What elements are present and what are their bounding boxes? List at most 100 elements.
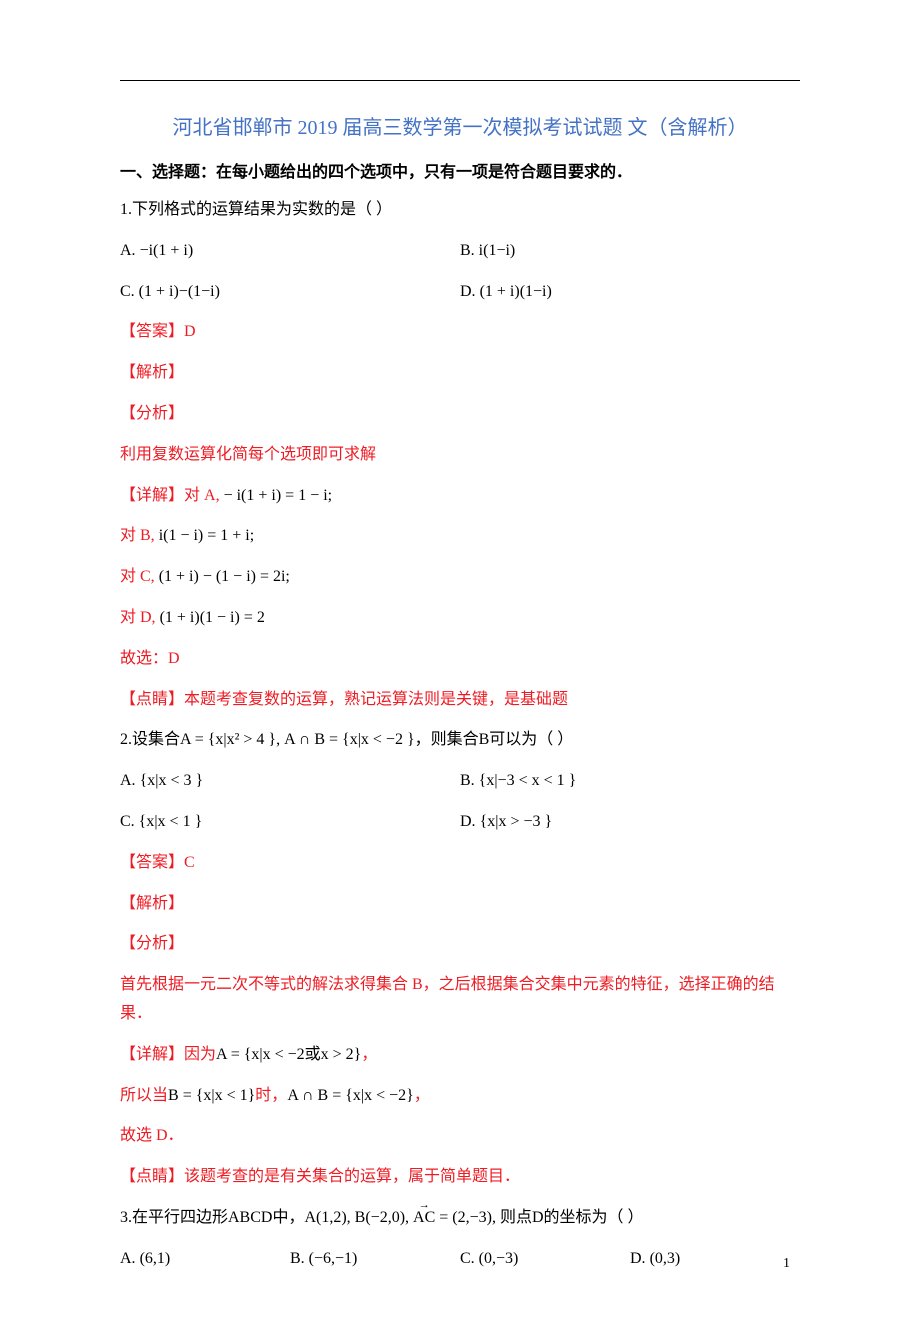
xiangjie-post: ， (414, 1087, 430, 1104)
option-math: (−6,−1) (309, 1250, 358, 1267)
option-math: {x|x < 1 } (139, 813, 203, 830)
option-math: {x|x < 3 } (140, 772, 204, 789)
xiangjie-math: A = {x|x < −2或x > 2} (216, 1046, 361, 1063)
xiangjie-math: (1 + i)(1 − i) = 2 (160, 609, 265, 626)
xiangjie-math: i(1 − i) = 1 + i; (159, 527, 255, 544)
option-math: {x|−3 < x < 1 } (479, 772, 577, 789)
xiangjie-label: 【详解】 (120, 487, 184, 504)
xiangjie-math: (1 + i) − (1 − i) = 2i; (159, 568, 290, 585)
option-label: B. (290, 1250, 309, 1267)
dianjing-label: 【点睛】 (120, 1168, 184, 1185)
q1-dianjing: 【点睛】本题考查复数的运算，熟记运算法则是关键，是基础题 (120, 686, 800, 715)
dianjing-label: 【点睛】 (120, 691, 184, 708)
option-math: (0,−3) (479, 1250, 519, 1267)
xiangjie-post: ， (361, 1046, 377, 1063)
answer-value: C (184, 854, 195, 871)
option-label: B. (460, 772, 479, 789)
option-label: A. (120, 1250, 140, 1267)
option-label: C. (460, 1250, 479, 1267)
xiangjie-mid: 时， (255, 1087, 287, 1104)
xiangjie-pre: 对 C, (120, 568, 159, 585)
document-title: 河北省邯郸市 2019 届高三数学第一次模拟考试试题 文（含解析） (120, 111, 800, 140)
q2-dianjing: 【点睛】该题考查的是有关集合的运算，属于简单题目． (120, 1163, 800, 1192)
q1-answer: 【答案】D (120, 318, 800, 347)
q3-options-row: A. (6,1) B. (−6,−1) C. (0,−3) D. (0,3) (120, 1245, 800, 1274)
option-label: D. (460, 813, 480, 830)
q1-stem: 1.下列格式的运算结果为实数的是（ ） (120, 196, 800, 225)
q2-xiangjie-2: 所以当B = {x|x < 1}时，A ∩ B = {x|x < −2}， (120, 1082, 800, 1111)
option-label: C. (120, 283, 139, 300)
dianjing-text: 该题考查的是有关集合的运算，属于简单题目． (184, 1168, 520, 1185)
q2-options-row1: A. {x|x < 3 } B. {x|−3 < x < 1 } (120, 767, 800, 796)
option-label: A. (120, 772, 140, 789)
dianjing-text: 本题考查复数的运算，熟记运算法则是关键，是基础题 (184, 691, 568, 708)
stem-math: A ∩ B = {x|x < −2 } (284, 731, 415, 748)
q3-option-b: B. (−6,−1) (290, 1245, 460, 1274)
option-math: (6,1) (140, 1250, 171, 1267)
q3-option-d: D. (0,3) (630, 1245, 800, 1274)
option-label: B. (460, 242, 479, 259)
q2-options-row2: C. {x|x < 1 } D. {x|x > −3 } (120, 808, 800, 837)
xiangjie-math: A ∩ B = {x|x < −2} (287, 1087, 414, 1104)
q2-option-a: A. {x|x < 3 } (120, 767, 460, 796)
answer-label: 【答案】 (120, 323, 184, 340)
option-math: i(1−i) (479, 242, 516, 259)
option-label: A. (120, 242, 140, 259)
stem-mid: , (276, 731, 284, 748)
option-label: D. (630, 1250, 650, 1267)
q2-fenxi-label: 【分析】 (120, 930, 800, 959)
q2-option-d: D. {x|x > −3 } (460, 808, 800, 837)
q1-xiangjie-c: 对 C, (1 + i) − (1 − i) = 2i; (120, 563, 800, 592)
q1-option-a: A. −i(1 + i) (120, 237, 460, 266)
page-number: 1 (783, 1256, 790, 1272)
q2-fenxi-text: 首先根据一元二次不等式的解法求得集合 B，之后根据集合交集中元素的特征，选择正确… (120, 971, 800, 1029)
q1-fenxi-label: 【分析】 (120, 400, 800, 429)
q2-option-c: C. {x|x < 1 } (120, 808, 460, 837)
xiangjie-pre: 对 A, (184, 487, 224, 504)
q1-fenxi-text: 利用复数运算化简每个选项即可求解 (120, 441, 800, 470)
stem-math: = (2,−3), (435, 1209, 500, 1226)
xiangjie-pre: 所以当 (120, 1087, 168, 1104)
option-label: D. (460, 283, 480, 300)
xiangjie-math: B = {x|x < 1} (168, 1087, 255, 1104)
option-math: (1 + i)−(1−i) (139, 283, 220, 300)
option-math: (1 + i)(1−i) (480, 283, 552, 300)
q2-jiexi: 【解析】 (120, 890, 800, 919)
stem-pre: 2.设集合 (120, 731, 180, 748)
q2-answer: 【答案】C (120, 849, 800, 878)
section-heading: 一、选择题：在每小题给出的四个选项中，只有一项是符合题目要求的． (120, 158, 800, 182)
option-math: −i(1 + i) (140, 242, 194, 259)
vector-ac: AC (413, 1204, 435, 1233)
q1-option-b: B. i(1−i) (460, 237, 800, 266)
q2-stem: 2.设集合A = {x|x² > 4 }, A ∩ B = {x|x < −2 … (120, 726, 800, 755)
stem-post: ，则集合B可以为（ ） (415, 731, 574, 748)
q2-option-b: B. {x|−3 < x < 1 } (460, 767, 800, 796)
q1-option-c: C. (1 + i)−(1−i) (120, 278, 460, 307)
q3-option-c: C. (0,−3) (460, 1245, 630, 1274)
header-divider (120, 80, 800, 81)
q1-options-row1: A. −i(1 + i) B. i(1−i) (120, 237, 800, 266)
q1-jiexi: 【解析】 (120, 359, 800, 388)
xiangjie-label: 【详解】 (120, 1046, 184, 1063)
xiangjie-pre: 因为 (184, 1046, 216, 1063)
q1-xiangjie-a: 【详解】对 A, − i(1 + i) = 1 − i; (120, 482, 800, 511)
xiangjie-pre: 对 B, (120, 527, 159, 544)
q2-guxuan: 故选 D． (120, 1122, 800, 1151)
q1-option-d: D. (1 + i)(1−i) (460, 278, 800, 307)
stem-pre: 3.在平行四边形ABCD中， (120, 1209, 304, 1226)
q3-stem: 3.在平行四边形ABCD中，A(1,2), B(−2,0), AC = (2,−… (120, 1204, 800, 1233)
option-math: {x|x > −3 } (480, 813, 553, 830)
xiangjie-pre: 对 D, (120, 609, 160, 626)
q1-xiangjie-d: 对 D, (1 + i)(1 − i) = 2 (120, 604, 800, 633)
option-math: (0,3) (650, 1250, 681, 1267)
stem-post: 则点D的坐标为（ ） (500, 1209, 644, 1226)
q2-xiangjie-1: 【详解】因为A = {x|x < −2或x > 2}， (120, 1041, 800, 1070)
answer-value: D (184, 323, 196, 340)
q3-option-a: A. (6,1) (120, 1245, 290, 1274)
option-label: C. (120, 813, 139, 830)
answer-label: 【答案】 (120, 854, 184, 871)
xiangjie-math: − i(1 + i) = 1 − i; (224, 487, 333, 504)
q1-guxuan: 故选：D (120, 645, 800, 674)
stem-math: A(1,2), B(−2,0), (304, 1209, 413, 1226)
stem-math: A = {x|x² > 4 } (180, 731, 276, 748)
